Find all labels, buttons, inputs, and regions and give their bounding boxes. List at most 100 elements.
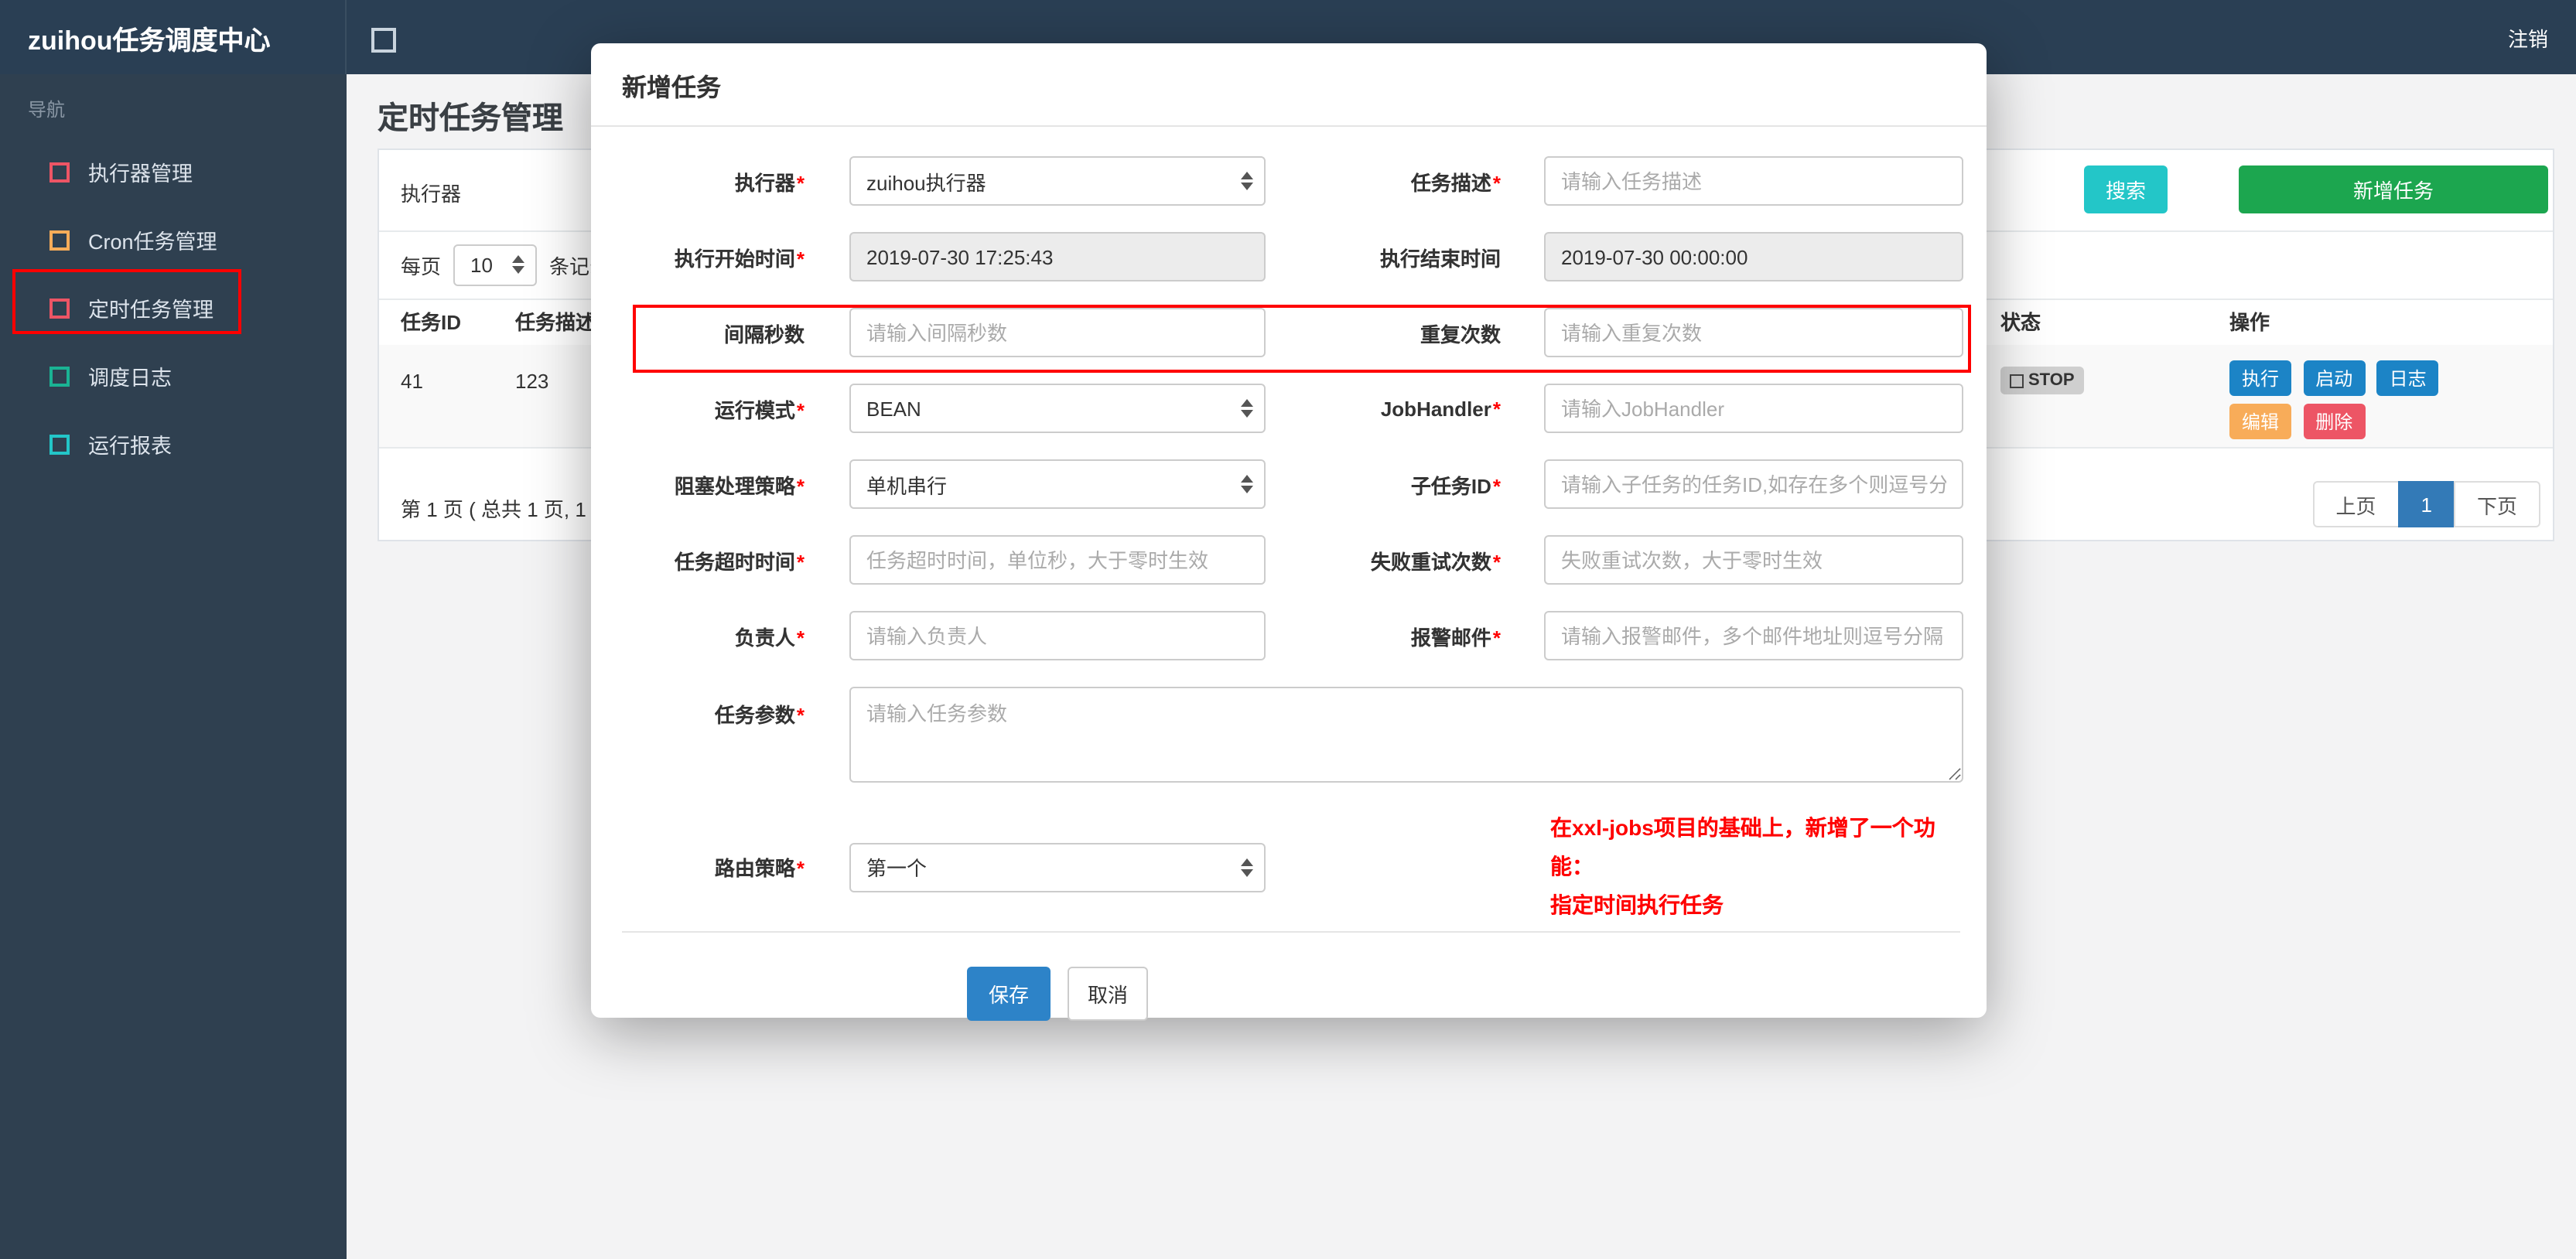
start-time-input[interactable] — [849, 232, 1266, 281]
square-icon — [50, 434, 70, 454]
executor-select[interactable]: zuihou执行器 — [849, 156, 1266, 206]
route-strategy-label: 路由策略 — [622, 852, 805, 882]
search-button[interactable]: 搜索 — [2084, 165, 2168, 213]
cell-task-desc: 123 — [515, 370, 549, 393]
sidebar-item-label: 运行报表 — [88, 435, 172, 458]
status-badge: STOP — [2000, 367, 2084, 394]
job-handler-label: JobHandler — [1266, 397, 1501, 420]
form-row: 任务超时时间 失败重试次数 — [622, 535, 1963, 585]
square-icon — [50, 298, 70, 318]
add-task-button[interactable]: 新增任务 — [2239, 165, 2548, 213]
square-icon — [50, 366, 70, 386]
block-strategy-select[interactable]: 单机串行 — [849, 459, 1266, 509]
page-title: 定时任务管理 — [378, 102, 563, 136]
repeat-count-input[interactable] — [1544, 308, 1963, 357]
fail-retry-input[interactable] — [1544, 535, 1963, 585]
row-actions: 执行 启动 日志 编辑 删除 — [2229, 360, 2576, 447]
end-time-input[interactable] — [1544, 232, 1963, 281]
select-arrows-icon — [1241, 399, 1253, 418]
job-handler-input[interactable] — [1544, 384, 1963, 433]
save-button[interactable]: 保存 — [967, 967, 1051, 1021]
form-row: 运行模式 BEAN JobHandler — [622, 384, 1963, 433]
pagination-page-1[interactable]: 1 — [2397, 481, 2455, 527]
add-task-modal: 新增任务 执行器 zuihou执行器 任务描述 执行开始时间 执行结束时间 间隔… — [591, 43, 1987, 1021]
app-brand: zuihou任务调度中心 — [0, 0, 347, 74]
pagination: 上页 1 下页 — [2312, 481, 2540, 527]
column-header-status: 状态 — [2000, 311, 2041, 334]
modal-note-line: 在xxl-jobs项目的基础上，新增了一个功能： — [1550, 815, 1935, 879]
modal-title: 新增任务 — [622, 75, 722, 101]
log-button[interactable]: 日志 — [2376, 360, 2439, 396]
logout-link[interactable]: 注销 — [2508, 0, 2548, 74]
sidebar-item-scheduled-tasks[interactable]: 定时任务管理 — [0, 274, 347, 342]
square-icon — [50, 162, 70, 182]
sidebar-item-executor[interactable]: 执行器管理 — [0, 138, 347, 206]
repeat-count-label: 重复次数 — [1420, 322, 1501, 346]
child-job-id-input[interactable] — [1544, 459, 1963, 509]
column-header-actions: 操作 — [2229, 311, 2270, 334]
alarm-email-label: 报警邮件 — [1266, 621, 1501, 650]
square-icon — [50, 230, 70, 250]
alarm-email-input[interactable] — [1544, 611, 1963, 660]
end-time-label: 执行结束时间 — [1379, 247, 1501, 270]
task-desc-input[interactable] — [1544, 156, 1963, 206]
job-params-label: 任务参数 — [622, 699, 805, 728]
form-row: 执行器 zuihou执行器 任务描述 — [622, 156, 1963, 206]
per-page-value: 10 — [470, 253, 493, 276]
form-row-datetime: 执行开始时间 执行结束时间 — [622, 232, 1963, 281]
task-desc-label: 任务描述 — [1266, 166, 1501, 196]
run-mode-value: BEAN — [866, 397, 921, 420]
executor-select-value: zuihou执行器 — [866, 171, 986, 194]
form-row: 负责人 报警邮件 — [622, 611, 1963, 660]
sidebar-item-label: 执行器管理 — [88, 162, 193, 186]
pagination-prev[interactable]: 上页 — [2312, 481, 2400, 527]
execute-button[interactable]: 执行 — [2229, 360, 2292, 396]
form-row-route: 路由策略 第一个 在xxl-jobs项目的基础上，新增了一个功能： 指定时间执行… — [622, 809, 1963, 925]
app-root: zuihou任务调度中心 注销 导航 执行器管理 Cron任务管理 定时任务管理… — [0, 0, 2576, 1259]
child-job-id-label: 子任务ID — [1266, 469, 1501, 499]
form-row: 阻塞处理策略 单机串行 子任务ID — [622, 459, 1963, 509]
modal-note: 在xxl-jobs项目的基础上，新增了一个功能： 指定时间执行任务 — [1550, 809, 1963, 925]
per-page-prefix: 每页 — [401, 254, 442, 278]
executor-filter-label: 执行器 — [401, 183, 462, 206]
form-row-params: 任务参数 — [622, 687, 1963, 783]
timeout-label: 任务超时时间 — [622, 545, 805, 575]
job-params-textarea[interactable] — [849, 687, 1963, 783]
interval-label: 间隔秒数 — [723, 322, 805, 346]
status-text: STOP — [2028, 371, 2075, 390]
select-arrows-icon — [512, 255, 525, 274]
route-strategy-value: 第一个 — [866, 857, 928, 880]
start-button[interactable]: 启动 — [2303, 360, 2366, 396]
sidebar-item-dispatch-log[interactable]: 调度日志 — [0, 342, 347, 410]
select-arrows-icon — [1241, 475, 1253, 493]
run-mode-label: 运行模式 — [622, 394, 805, 423]
sidebar-item-label: 定时任务管理 — [88, 299, 214, 322]
modal-footer: 保存 取消 — [622, 931, 1960, 1021]
pagination-next[interactable]: 下页 — [2453, 481, 2540, 527]
sidebar: 导航 执行器管理 Cron任务管理 定时任务管理 调度日志 运行报表 — [0, 74, 347, 1259]
menu-toggle-icon[interactable] — [371, 28, 396, 53]
block-strategy-value: 单机串行 — [866, 474, 948, 497]
modal-body: 执行器 zuihou执行器 任务描述 执行开始时间 执行结束时间 间隔秒数 重复… — [591, 127, 1987, 925]
interval-input[interactable] — [849, 308, 1266, 357]
start-time-label: 执行开始时间 — [622, 242, 805, 271]
edit-button[interactable]: 编辑 — [2229, 404, 2292, 439]
column-header-task-desc: 任务描述 — [515, 311, 596, 334]
sidebar-item-run-report[interactable]: 运行报表 — [0, 410, 347, 478]
executor-label: 执行器 — [622, 166, 805, 196]
delete-button[interactable]: 删除 — [2303, 404, 2366, 439]
timeout-input[interactable] — [849, 535, 1266, 585]
sidebar-section-label: 导航 — [28, 99, 66, 121]
cell-task-id: 41 — [401, 370, 423, 393]
run-mode-select[interactable]: BEAN — [849, 384, 1266, 433]
square-glyph-icon — [2010, 374, 2024, 387]
select-arrows-icon — [1241, 858, 1253, 876]
per-page-select[interactable]: 10 — [453, 244, 538, 285]
cancel-button[interactable]: 取消 — [1068, 967, 1149, 1021]
sidebar-menu: 执行器管理 Cron任务管理 定时任务管理 调度日志 运行报表 — [0, 138, 347, 478]
sidebar-item-cron[interactable]: Cron任务管理 — [0, 206, 347, 274]
sidebar-item-label: Cron任务管理 — [88, 230, 217, 254]
owner-input[interactable] — [849, 611, 1266, 660]
route-strategy-select[interactable]: 第一个 — [849, 842, 1266, 892]
modal-header: 新增任务 — [591, 43, 1987, 127]
